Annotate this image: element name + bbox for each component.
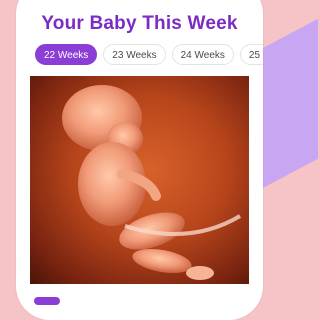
phone-screen: Your Baby This Week 22 Weeks 23 Weeks 24… [16,0,263,320]
fetus-illustration [62,85,242,280]
tab-week-24[interactable]: 24 Weeks [171,44,234,65]
fetus-image [30,76,249,284]
week-tabs: 22 Weeks 23 Weeks 24 Weeks 25 Weeks [35,44,263,65]
page-title: Your Baby This Week [41,13,238,34]
tab-week-23[interactable]: 23 Weeks [103,44,166,65]
tab-week-22[interactable]: 22 Weeks [35,44,98,65]
tab-week-25[interactable]: 25 Weeks [239,44,263,65]
